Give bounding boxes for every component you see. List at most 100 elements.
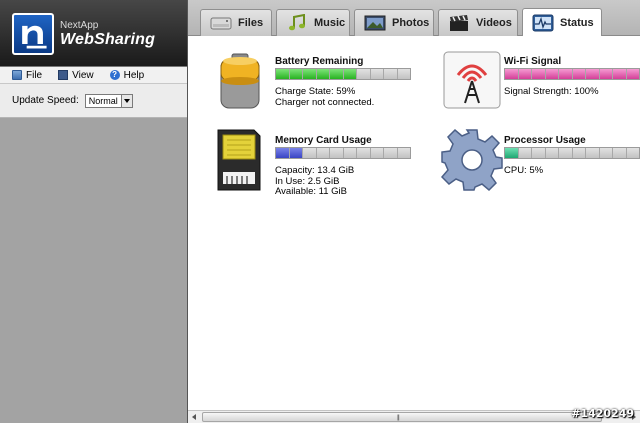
meter-segment: [545, 148, 559, 158]
memory-capacity: Capacity: 13.4 GiB: [275, 165, 355, 176]
clapperboard-icon: [450, 15, 468, 31]
sidebar: NextApp WebSharing File View ? Help Upda…: [0, 0, 188, 423]
status-panel: Battery Remaining Charge State: 59% Char…: [188, 36, 640, 410]
memory-meter: [275, 147, 411, 159]
tab-files[interactable]: Files: [200, 9, 272, 36]
main-pane: Files Music Photos Videos Status Battery…: [188, 0, 640, 423]
meter-segment: [330, 148, 344, 158]
menu-file-label: File: [26, 69, 43, 81]
memory-available: Available: 11 GiB: [275, 186, 347, 197]
tab-status[interactable]: Status: [522, 8, 602, 36]
menu-bar: File View ? Help: [0, 66, 187, 84]
photo-icon: [364, 15, 386, 31]
scroll-left-arrow-icon[interactable]: [192, 414, 196, 420]
menu-file[interactable]: File: [12, 70, 42, 81]
nextapp-logo-icon: [12, 13, 54, 55]
battery-charge-state: Charge State: 59%: [275, 86, 356, 97]
battery-info: Charge State: 59% Charger not connected.: [275, 86, 375, 108]
meter-segment: [343, 148, 357, 158]
meter-segment: [370, 148, 384, 158]
meter-segment: [599, 69, 613, 79]
meter-segment: [626, 69, 639, 79]
update-speed-row: Update Speed: Normal: [0, 84, 187, 118]
music-note-icon: [289, 14, 305, 31]
meter-segment: [303, 69, 317, 79]
scrollbar-grip: |||: [397, 415, 400, 421]
meter-segment: [518, 148, 532, 158]
tab-photos-label: Photos: [392, 17, 430, 29]
processor-cpu: CPU: 5%: [504, 165, 544, 176]
meter-segment: [357, 69, 371, 79]
wifi-tower-icon: [443, 51, 501, 109]
meter-segment: [572, 69, 586, 79]
brand-header: NextApp WebSharing: [0, 0, 187, 66]
update-speed-label: Update Speed:: [12, 95, 79, 106]
meter-segment: [532, 69, 546, 79]
scrollbar-thumb[interactable]: |||: [202, 412, 602, 422]
update-speed-select[interactable]: Normal: [84, 93, 133, 108]
meter-segment: [559, 148, 573, 158]
meter-segment: [316, 148, 330, 158]
meter-segment: [303, 148, 317, 158]
battery-title: Battery Remaining: [275, 56, 364, 67]
brand-company: NextApp: [60, 20, 99, 31]
menu-view[interactable]: View: [58, 70, 94, 81]
battery-charger-status: Charger not connected.: [275, 96, 375, 108]
meter-segment: [397, 148, 410, 158]
meter-segment: [599, 148, 613, 158]
wifi-signal-strength: Signal Strength: 100%: [504, 86, 599, 97]
pulse-monitor-icon: [532, 14, 554, 31]
tab-photos[interactable]: Photos: [354, 9, 434, 36]
meter-segment: [559, 69, 573, 79]
wifi-title: Wi-Fi Signal: [504, 56, 562, 67]
help-icon: ?: [109, 70, 120, 80]
meter-segment: [586, 148, 600, 158]
tab-videos-label: Videos: [476, 17, 512, 29]
brand-product: WebSharing: [60, 31, 156, 48]
processor-info: CPU: 5%: [504, 165, 544, 177]
processor-meter: [504, 147, 640, 159]
gear-icon: [440, 128, 503, 192]
meter-segment: [586, 69, 600, 79]
memory-title: Memory Card Usage: [275, 135, 372, 146]
meter-segment: [397, 69, 410, 79]
menu-help-label: Help: [123, 69, 145, 81]
menu-view-label: View: [72, 69, 94, 81]
meter-segment: [384, 69, 398, 79]
update-speed-value: Normal: [88, 95, 118, 106]
tab-music[interactable]: Music: [276, 9, 350, 36]
meter-segment: [276, 69, 290, 79]
drive-icon: [210, 17, 232, 30]
processor-title: Processor Usage: [504, 135, 586, 146]
tab-files-label: Files: [238, 17, 264, 29]
tab-videos[interactable]: Videos: [438, 9, 518, 36]
meter-segment: [505, 148, 519, 158]
meter-segment: [626, 148, 639, 158]
meter-segment: [357, 148, 371, 158]
meter-segment: [343, 69, 357, 79]
meter-segment: [613, 148, 627, 158]
battery-icon: [220, 53, 260, 109]
meter-segment: [545, 69, 559, 79]
memory-info: Capacity: 13.4 GiB In Use: 2.5 GiB Avail…: [275, 165, 355, 198]
folder-icon: [12, 70, 22, 80]
meter-segment: [505, 69, 519, 79]
meter-segment: [532, 148, 546, 158]
meter-segment: [572, 148, 586, 158]
chevron-down-icon[interactable]: [120, 94, 132, 107]
wifi-meter: [504, 68, 640, 80]
monitor-icon: [58, 70, 69, 80]
watermark: #1420249: [571, 407, 634, 420]
meter-segment: [276, 148, 290, 158]
tab-status-label: Status: [560, 16, 594, 29]
menu-help[interactable]: ? Help: [109, 69, 145, 81]
tab-bar: Files Music Photos Videos Status: [188, 0, 640, 36]
meter-segment: [518, 69, 532, 79]
memory-card-icon: [217, 129, 261, 191]
meter-segment: [370, 69, 384, 79]
meter-segment: [330, 69, 344, 79]
wifi-info: Signal Strength: 100%: [504, 86, 599, 98]
tab-music-label: Music: [314, 17, 346, 29]
meter-segment: [289, 148, 303, 158]
meter-segment: [384, 148, 398, 158]
